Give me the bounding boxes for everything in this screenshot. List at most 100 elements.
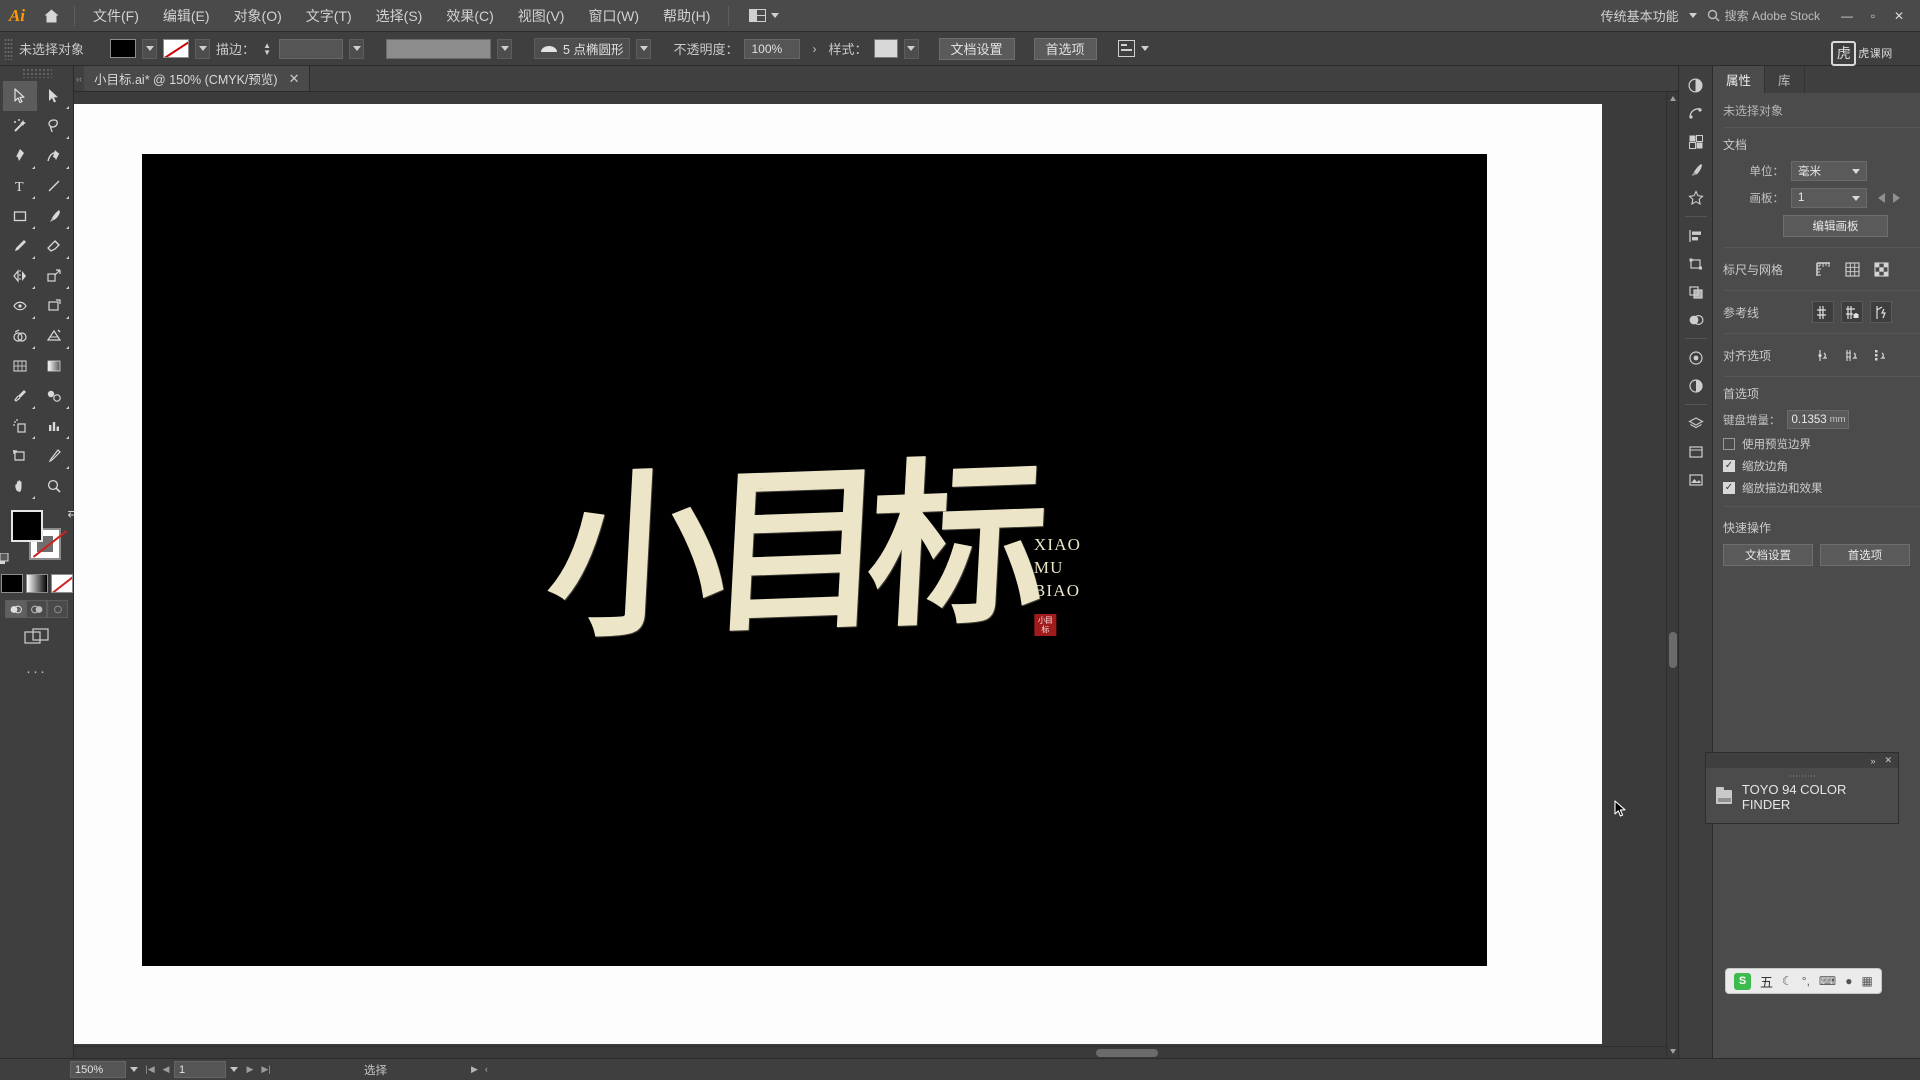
- draw-behind-button[interactable]: [26, 600, 47, 618]
- gradient-tool[interactable]: [37, 351, 71, 381]
- artboards-panel-icon[interactable]: [1681, 438, 1711, 465]
- transparency-panel-icon[interactable]: [1681, 306, 1711, 333]
- next-artboard-icon[interactable]: ▶: [242, 1061, 258, 1078]
- vertical-scrollbar[interactable]: [1666, 92, 1678, 1058]
- draw-normal-button[interactable]: [5, 600, 26, 618]
- ime-toolbar[interactable]: S 五 ☾ °, ⌨ ● ▦: [1725, 968, 1882, 994]
- user-icon[interactable]: ●: [1845, 974, 1852, 988]
- style-dropdown-icon[interactable]: [903, 38, 919, 59]
- document-setup-button[interactable]: 文档设置: [938, 37, 1015, 60]
- mesh-tool[interactable]: [3, 351, 37, 381]
- selection-tool[interactable]: [2, 81, 37, 111]
- paintbrush-tool[interactable]: [37, 201, 71, 231]
- fill-color-swatch[interactable]: [10, 510, 43, 542]
- scroll-up-icon[interactable]: [1670, 96, 1676, 101]
- stock-search[interactable]: 搜索 Adobe Stock: [1707, 7, 1820, 24]
- zoom-dropdown-icon[interactable]: [126, 1061, 142, 1078]
- menu-type[interactable]: 文字(T): [294, 0, 364, 31]
- home-icon[interactable]: [34, 0, 68, 32]
- next-artboard-icon[interactable]: [1893, 193, 1900, 203]
- menu-edit[interactable]: 编辑(E): [151, 0, 222, 31]
- preferences-button[interactable]: 首选项: [1033, 37, 1097, 60]
- stroke-swatch[interactable]: [163, 39, 190, 58]
- type-tool[interactable]: T: [3, 171, 37, 201]
- symbol-sprayer-tool[interactable]: [3, 411, 37, 441]
- appearance-panel-icon[interactable]: [1681, 344, 1711, 371]
- show-grid-icon[interactable]: [1841, 258, 1863, 280]
- maximize-button[interactable]: ▫: [1860, 0, 1886, 32]
- fill-swatch[interactable]: [110, 39, 137, 58]
- menu-file[interactable]: 文件(F): [81, 0, 151, 31]
- status-chevron-icon[interactable]: ‹: [485, 1064, 488, 1075]
- slice-tool[interactable]: [37, 441, 71, 471]
- fill-dropdown-icon[interactable]: [142, 38, 158, 59]
- comma-icon[interactable]: °,: [1802, 974, 1810, 988]
- pen-tool[interactable]: [3, 141, 37, 171]
- links-panel-icon[interactable]: [1681, 466, 1711, 493]
- snap-to-pixel-icon[interactable]: [1870, 344, 1892, 366]
- width-tool[interactable]: [3, 291, 37, 321]
- stroke-variable-width-field[interactable]: [386, 38, 492, 59]
- use-preview-bounds-checkbox[interactable]: 使用预览边界: [1723, 436, 1910, 452]
- swatch-library-panel[interactable]: » ✕ TOYO 94 COLOR FINDER: [1705, 752, 1899, 824]
- horizontal-scrollbar[interactable]: [74, 1046, 1666, 1058]
- graphic-styles-icon[interactable]: [1681, 372, 1711, 399]
- menu-view[interactable]: 视图(V): [506, 0, 577, 31]
- workspace-switcher[interactable]: 传统基本功能: [1601, 6, 1679, 25]
- artboard-select[interactable]: 1: [1791, 188, 1867, 208]
- free-transform-tool[interactable]: [37, 291, 71, 321]
- tab-libraries[interactable]: 库: [1765, 66, 1805, 93]
- color-guide-icon[interactable]: [1681, 100, 1711, 127]
- stroke-dropdown-icon[interactable]: [195, 38, 211, 59]
- tab-bar-collapse-icon[interactable]: [74, 66, 84, 91]
- menu-object[interactable]: 对象(O): [222, 0, 294, 31]
- close-icon[interactable]: ✕: [1884, 755, 1892, 766]
- opacity-field[interactable]: 100%: [744, 38, 801, 59]
- brushes-panel-icon[interactable]: [1681, 156, 1711, 183]
- column-graph-tool[interactable]: [37, 411, 71, 441]
- scroll-down-icon[interactable]: [1670, 1049, 1676, 1054]
- magic-wand-tool[interactable]: [3, 111, 37, 141]
- moon-icon[interactable]: ☾: [1782, 974, 1793, 988]
- style-swatch[interactable]: [873, 39, 898, 58]
- variable-width-dropdown-icon[interactable]: [497, 38, 513, 59]
- horizontal-scroll-thumb[interactable]: [1096, 1049, 1158, 1057]
- stroke-profile-selector[interactable]: 5 点椭圆形: [534, 38, 631, 59]
- swatches-panel-icon[interactable]: [1681, 128, 1711, 155]
- vertical-scroll-thumb[interactable]: [1669, 632, 1677, 668]
- first-artboard-icon[interactable]: |◀: [142, 1061, 158, 1078]
- status-expand-icon[interactable]: ▶: [471, 1064, 478, 1075]
- snap-to-point-icon[interactable]: [1812, 344, 1834, 366]
- show-guides-icon[interactable]: [1812, 301, 1834, 323]
- edit-artboards-button[interactable]: 编辑画板: [1783, 215, 1888, 237]
- last-artboard-icon[interactable]: ▶|: [258, 1061, 274, 1078]
- keyboard-increment-field[interactable]: 0.1353 mm: [1786, 410, 1849, 429]
- minimize-button[interactable]: —: [1834, 0, 1860, 32]
- symbols-panel-icon[interactable]: [1681, 184, 1711, 211]
- artboard-number-field[interactable]: 1: [174, 1061, 226, 1078]
- align-chevron-down-icon[interactable]: [1140, 46, 1149, 51]
- perspective-grid-tool[interactable]: [37, 321, 71, 351]
- curvature-tool[interactable]: [37, 141, 71, 171]
- search-input[interactable]: 搜索 Adobe Stock: [1725, 7, 1820, 24]
- stroke-weight-field[interactable]: [279, 38, 344, 59]
- draw-inside-button[interactable]: [47, 600, 68, 618]
- opacity-expand-icon[interactable]: ›: [806, 42, 822, 56]
- eyedropper-tool[interactable]: [3, 381, 37, 411]
- stroke-weight-dropdown-icon[interactable]: [349, 38, 365, 59]
- keyboard-icon[interactable]: ⌨: [1819, 974, 1836, 988]
- gradient-button[interactable]: [25, 574, 48, 593]
- scale-strokes-effects-checkbox[interactable]: 缩放描边和效果: [1723, 480, 1910, 496]
- blend-tool[interactable]: [37, 381, 71, 411]
- stroke-profile-dropdown-icon[interactable]: [636, 38, 652, 59]
- artboard-tool[interactable]: [3, 441, 37, 471]
- canvas[interactable]: 小目标 XIAO MU BIAO 小目标: [74, 92, 1678, 1058]
- smart-guides-icon[interactable]: [1870, 301, 1892, 323]
- color-button[interactable]: [0, 574, 23, 593]
- arrange-documents-button[interactable]: [741, 9, 787, 22]
- align-icon[interactable]: [1117, 40, 1135, 57]
- lasso-tool[interactable]: [37, 111, 71, 141]
- hand-tool[interactable]: [3, 471, 37, 501]
- zoom-tool[interactable]: [37, 471, 71, 501]
- pathfinder-panel-icon[interactable]: [1681, 278, 1711, 305]
